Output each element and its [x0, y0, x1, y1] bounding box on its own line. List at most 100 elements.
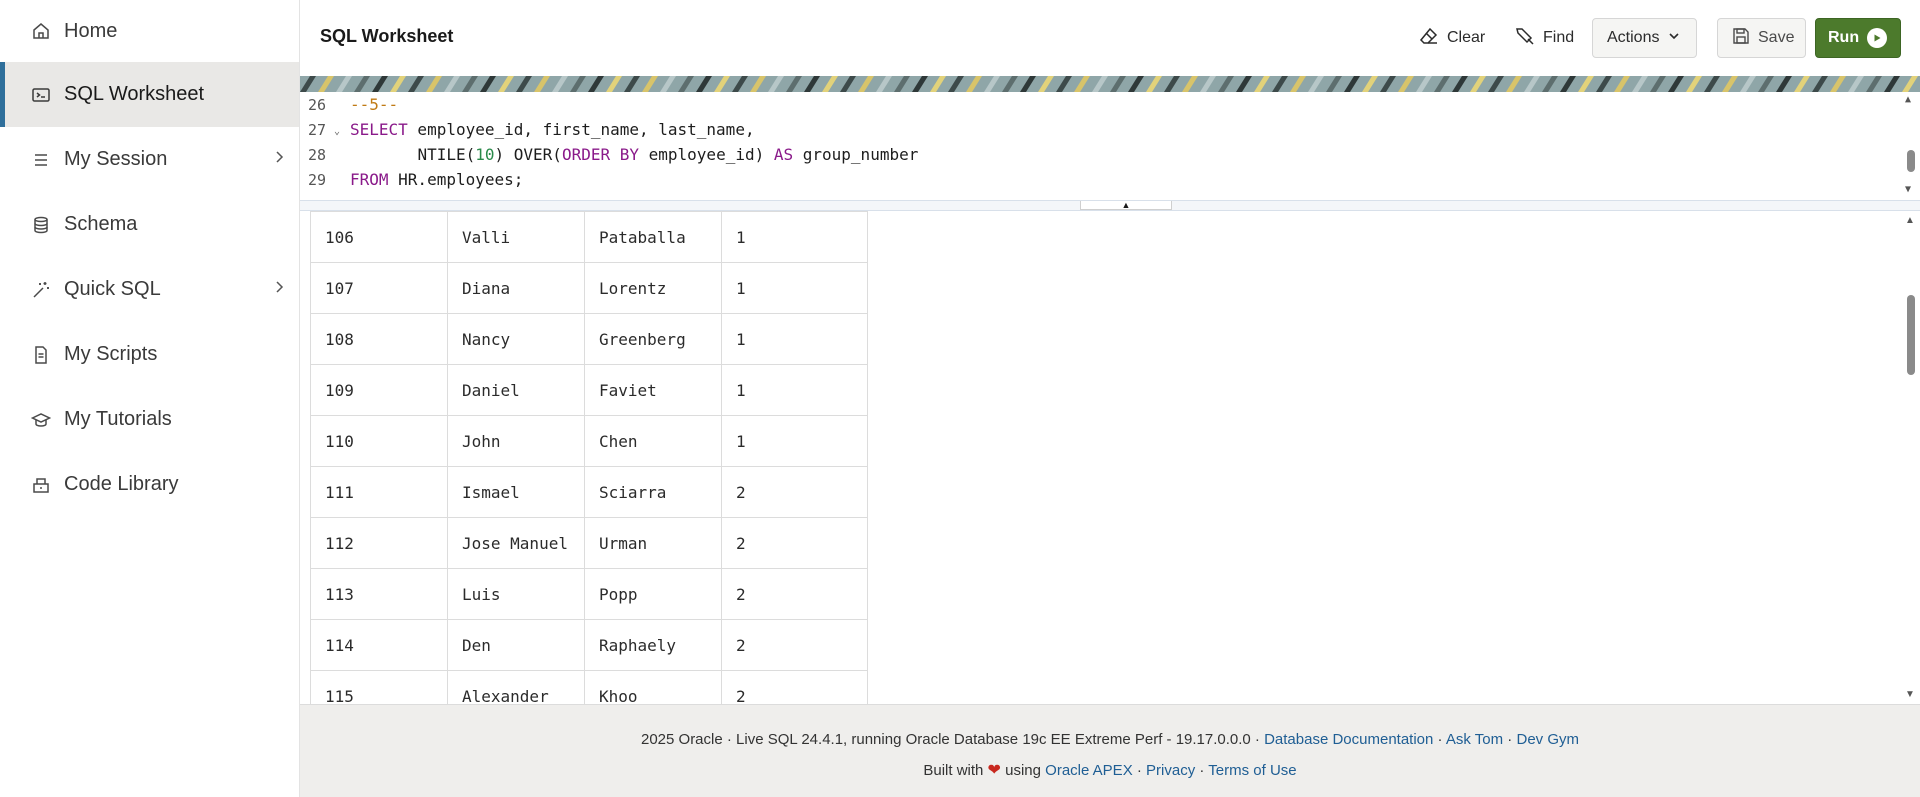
sidebar-nav: Home SQL Worksheet My Session Schema Qui… [0, 0, 300, 797]
table-cell: Luis [447, 568, 585, 620]
table-cell: Greenberg [584, 313, 722, 365]
line-number: 26 [308, 95, 327, 114]
sidebar-item-code-library[interactable]: Code Library [0, 452, 299, 517]
library-icon [30, 474, 52, 496]
find-icon [1515, 26, 1535, 51]
sidebar-item-label: Schema [64, 213, 138, 235]
chevron-right-icon [273, 149, 285, 170]
pane-splitter[interactable]: ▲ [300, 200, 1920, 211]
actions-menu-button[interactable]: Actions [1592, 18, 1697, 58]
table-cell: 1 [721, 415, 868, 467]
editor-scrollbar[interactable]: ▲ ▼ [1902, 92, 1920, 200]
table-cell: 108 [310, 313, 448, 365]
table-row: 115 Alexander Khoo 2 [310, 670, 868, 704]
sidebar-item-my-tutorials[interactable]: My Tutorials [0, 387, 299, 452]
find-button[interactable]: Find [1507, 18, 1582, 58]
sidebar-item-label: My Tutorials [64, 408, 172, 430]
heart-icon: ❤ [987, 762, 1001, 779]
table-cell: 109 [310, 364, 448, 416]
dev-gym-link[interactable]: Dev Gym [1516, 731, 1579, 748]
table-cell: Urman [584, 517, 722, 569]
table-cell: John [447, 415, 585, 467]
table-cell: 1 [721, 211, 868, 263]
ask-tom-link[interactable]: Ask Tom [1446, 731, 1503, 748]
collapse-editor-icon[interactable]: ▲ [1080, 200, 1172, 210]
results-scrollbar[interactable]: ▲ ▼ [1902, 211, 1920, 704]
run-button[interactable]: Run [1815, 18, 1901, 58]
sidebar-item-quick-sql[interactable]: Quick SQL [0, 257, 299, 322]
magic-wand-icon [30, 279, 52, 301]
footer-line-built-with: Built with ❤ using Oracle APEX · Privacy… [923, 762, 1297, 779]
scrollbar-thumb[interactable] [1907, 295, 1915, 375]
eraser-icon [1419, 26, 1439, 51]
table-row: 109 Daniel Faviet 1 [310, 364, 868, 416]
home-icon [30, 20, 52, 42]
table-cell: 113 [310, 568, 448, 620]
table-row: 108 Nancy Greenberg 1 [310, 313, 868, 365]
sql-editor[interactable]: 26 --5-- 27 ⌄ SELECT employee_id, first_n… [300, 92, 1920, 200]
table-cell: 112 [310, 517, 448, 569]
scroll-down-icon[interactable]: ▼ [1905, 689, 1915, 700]
document-icon [30, 344, 52, 366]
graduation-cap-icon [30, 409, 52, 431]
database-documentation-link[interactable]: Database Documentation [1264, 731, 1433, 748]
query-results: 106 Valli Pataballa 1 107 Diana Lorentz 1 108 Nan… [300, 211, 1920, 704]
sidebar-item-schema[interactable]: Schema [0, 192, 299, 257]
table-cell: Raphaely [584, 619, 722, 671]
table-cell: 2 [721, 670, 868, 704]
results-table: 106 Valli Pataballa 1 107 Diana Lorentz 1 108 Nan… [310, 211, 868, 704]
play-icon [1867, 28, 1888, 48]
table-cell: 2 [721, 517, 868, 569]
table-cell: 115 [310, 670, 448, 704]
table-row: 106 Valli Pataballa 1 [310, 211, 868, 263]
table-cell: 1 [721, 262, 868, 314]
list-icon [30, 149, 52, 171]
table-cell: Ismael [447, 466, 585, 518]
code-line: 28 NTILE(10) OVER(ORDER BY employee_id) … [300, 142, 1920, 167]
code-line: 27 ⌄ SELECT employee_id, first_name, last… [300, 117, 1920, 142]
terminal-icon [30, 84, 52, 106]
table-cell: 1 [721, 313, 868, 365]
table-row: 112 Jose Manuel Urman 2 [310, 517, 868, 569]
table-cell: Jose Manuel [447, 517, 585, 569]
code-line: 29 FROM HR.employees; [300, 167, 1920, 192]
scroll-up-icon[interactable]: ▲ [1905, 215, 1915, 226]
save-button[interactable]: Save [1717, 18, 1806, 58]
table-row: 111 Ismael Sciarra 2 [310, 466, 868, 518]
sidebar-item-label: Code Library [64, 473, 179, 495]
sidebar-item-home[interactable]: Home [0, 0, 299, 62]
table-cell: Alexander [447, 670, 585, 704]
page-title: SQL Worksheet [320, 26, 454, 46]
table-cell: Sciarra [584, 466, 722, 518]
sidebar-item-my-scripts[interactable]: My Scripts [0, 322, 299, 387]
table-cell: 2 [721, 619, 868, 671]
scrollbar-thumb[interactable] [1907, 150, 1915, 172]
clear-button[interactable]: Clear [1411, 18, 1493, 58]
sidebar-item-sql-worksheet[interactable]: SQL Worksheet [0, 62, 299, 127]
terms-of-use-link[interactable]: Terms of Use [1208, 762, 1296, 779]
table-cell: 107 [310, 262, 448, 314]
sidebar-item-label: Home [64, 19, 118, 42]
fold-toggle-icon[interactable]: ⌄ [334, 126, 340, 137]
table-cell: Popp [584, 568, 722, 620]
table-cell: Khoo [584, 670, 722, 704]
sidebar-item-label: SQL Worksheet [64, 83, 205, 105]
scroll-up-icon[interactable]: ▲ [1905, 94, 1911, 105]
table-cell: 2 [721, 568, 868, 620]
worksheet-header: SQL Worksheet Clear Find Actions Save Ru… [300, 0, 1920, 76]
table-cell: Valli [447, 211, 585, 263]
oracle-apex-link[interactable]: Oracle APEX [1045, 762, 1133, 779]
table-row: 107 Diana Lorentz 1 [310, 262, 868, 314]
database-icon [30, 214, 52, 236]
chevron-right-icon [273, 279, 285, 300]
table-cell: 114 [310, 619, 448, 671]
sidebar-item-my-session[interactable]: My Session [0, 127, 299, 192]
table-cell: Den [447, 619, 585, 671]
line-number: 28 [308, 145, 327, 164]
sidebar-item-label: My Session [64, 148, 168, 170]
scroll-down-icon[interactable]: ▼ [1905, 184, 1911, 195]
privacy-link[interactable]: Privacy [1146, 762, 1195, 779]
chevron-down-icon [1667, 29, 1681, 48]
table-cell: Nancy [447, 313, 585, 365]
table-cell: 111 [310, 466, 448, 518]
